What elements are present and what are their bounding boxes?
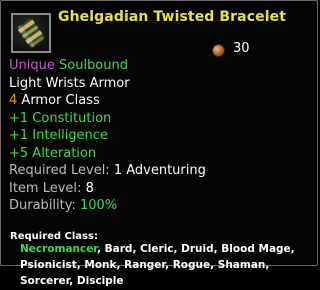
- armor-line: 4 Armor Class: [9, 92, 206, 110]
- required-class-label: Required Class:: [10, 231, 98, 242]
- item-tooltip: Ghelgadian Twisted Bracelet 30 Unique So…: [0, 0, 318, 287]
- bracelet-icon: [11, 13, 51, 53]
- stat-line: +5 Alteration: [9, 145, 97, 161]
- required-level-value: 1 Adventuring: [113, 163, 206, 178]
- durability-line: Durability: 100%: [9, 197, 206, 215]
- class-list-line: Necromancer, Bard, Cleric, Druid, Blood …: [20, 242, 295, 258]
- armor-value: 4: [9, 93, 18, 108]
- class-list-line: Sorcerer, Disciple: [20, 275, 124, 287]
- item-price: 30: [233, 41, 250, 56]
- durability-label: Durability:: [9, 198, 76, 213]
- armor-label: Armor Class: [21, 93, 100, 108]
- copper-coin-icon: [212, 44, 225, 57]
- bound-text: Soulbound: [59, 58, 128, 73]
- item-details: Unique Soulbound Light Wrists Armor 4 Ar…: [9, 57, 206, 215]
- tier-text: Unique: [9, 58, 55, 73]
- item-name: Ghelgadian Twisted Bracelet: [58, 9, 286, 25]
- item-level-label: Item Level:: [9, 180, 82, 196]
- item-type: Light Wrists Armor: [9, 75, 130, 91]
- class-list-rest: , Bard, Cleric, Druid, Blood Mage,: [97, 243, 295, 255]
- stat-line: +1 Constitution: [9, 110, 112, 126]
- required-level-line: Required Level: 1 Adventuring: [9, 162, 206, 180]
- tier-line: Unique Soulbound: [9, 57, 206, 75]
- item-level-value: 8: [85, 180, 94, 196]
- durability-value: 100%: [80, 198, 118, 213]
- required-level-label: Required Level:: [9, 163, 110, 178]
- item-level-line: Item Level: 8: [9, 180, 206, 198]
- class-highlight: Necromancer: [20, 243, 98, 255]
- stat-line: +1 Intelligence: [9, 128, 108, 143]
